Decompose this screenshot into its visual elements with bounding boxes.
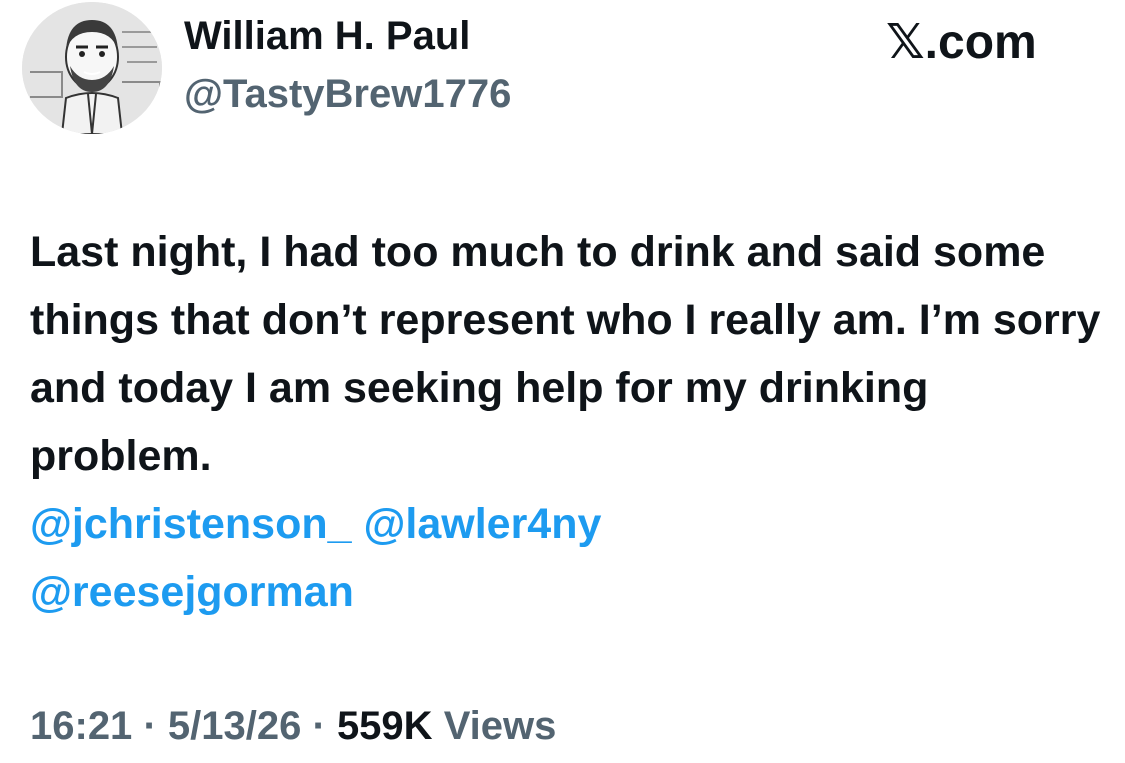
views-count[interactable]: 559K [337,704,433,748]
author-display-name[interactable]: William H. Paul [184,14,470,59]
tweet-mentions: @jchristenson_ @lawler4ny @reesejgorman [30,490,1110,626]
avatar[interactable] [22,2,162,134]
tweet-time[interactable]: 16:21 [30,704,132,748]
cartoon-portrait-avatar-icon [22,2,162,134]
meta-separator: · [312,704,326,748]
views-label: Views [443,704,557,748]
mention-lawler4ny[interactable]: @lawler4ny [363,500,601,548]
mention-jchristenson[interactable]: @jchristenson_ [30,500,352,548]
author-handle[interactable]: @TastyBrew1776 [184,72,511,117]
meta-separator: · [143,704,157,748]
tweet-meta: 16:21 · 5/13/26 · 559K Views [30,704,556,749]
tweet-date[interactable]: 5/13/26 [168,704,301,748]
tweet-text: Last night, I had too much to drink and … [30,228,1101,480]
x-logo-icon: 𝕏.com [886,16,1037,69]
tweet-card: William H. Paul @TastyBrew1776 𝕏.com Las… [0,0,1125,763]
mention-reesejgorman[interactable]: @reesejgorman [30,568,354,616]
